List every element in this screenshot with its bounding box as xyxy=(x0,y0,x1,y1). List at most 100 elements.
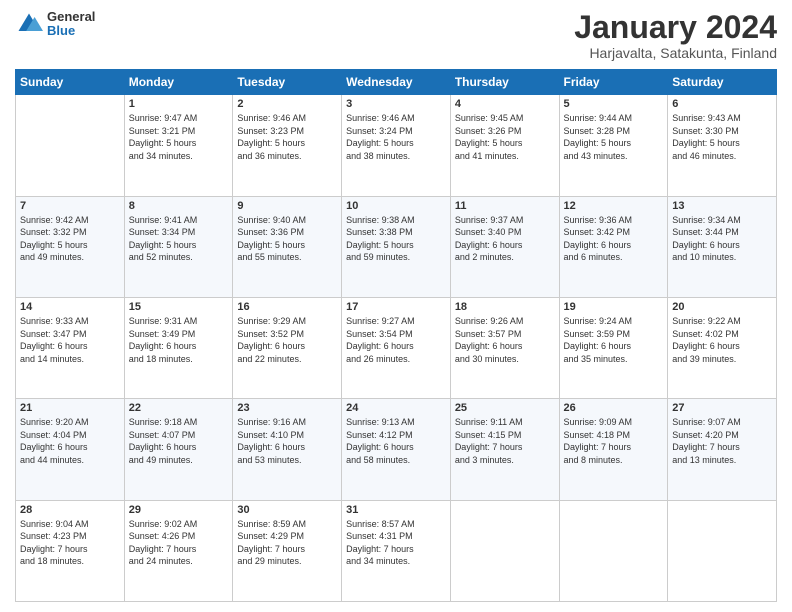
day-number: 31 xyxy=(346,504,446,516)
day-info: Sunrise: 9:36 AM Sunset: 3:42 PM Dayligh… xyxy=(564,214,664,264)
table-row: 6 Sunrise: 9:43 AM Sunset: 3:30 PM Daylig… xyxy=(668,95,777,196)
table-row: 12 Sunrise: 9:36 AM Sunset: 3:42 PM Dayli… xyxy=(559,196,668,297)
day-number: 16 xyxy=(237,301,337,313)
header-tuesday: Tuesday xyxy=(233,70,342,95)
table-row: 14 Sunrise: 9:33 AM Sunset: 3:47 PM Dayli… xyxy=(16,297,125,398)
table-row: 8 Sunrise: 9:41 AM Sunset: 3:34 PM Daylig… xyxy=(124,196,233,297)
day-number: 22 xyxy=(129,402,229,414)
day-number: 18 xyxy=(455,301,555,313)
table-row: 2Sunrise: 9:46 AM Sunset: 3:23 PM Daylig… xyxy=(233,95,342,196)
day-number: 30 xyxy=(237,504,337,516)
day-info: Sunrise: 9:33 AM Sunset: 3:47 PM Dayligh… xyxy=(20,315,120,365)
day-info: Sunrise: 9:38 AM Sunset: 3:38 PM Dayligh… xyxy=(346,214,446,264)
header-friday: Friday xyxy=(559,70,668,95)
header-sunday: Sunday xyxy=(16,70,125,95)
day-number: 12 xyxy=(564,200,664,212)
day-info: Sunrise: 9:29 AM Sunset: 3:52 PM Dayligh… xyxy=(237,315,337,365)
header-thursday: Thursday xyxy=(450,70,559,95)
table-row: 30 Sunrise: 8:59 AM Sunset: 4:29 PM Dayli… xyxy=(233,500,342,601)
calendar-week-3: 14 Sunrise: 9:33 AM Sunset: 3:47 PM Dayli… xyxy=(16,297,777,398)
table-row: 29 Sunrise: 9:02 AM Sunset: 4:26 PM Dayli… xyxy=(124,500,233,601)
logo-text: General Blue xyxy=(47,10,95,39)
day-number: 10 xyxy=(346,200,446,212)
day-info: Sunrise: 9:34 AM Sunset: 3:44 PM Dayligh… xyxy=(672,214,772,264)
day-info: Sunrise: 9:44 AM Sunset: 3:28 PM Dayligh… xyxy=(564,112,664,162)
day-number: 24 xyxy=(346,402,446,414)
day-number: 8 xyxy=(129,200,229,212)
day-number: 21 xyxy=(20,402,120,414)
table-row: 23Sunrise: 9:16 AM Sunset: 4:10 PM Dayli… xyxy=(233,399,342,500)
table-row: 31 Sunrise: 8:57 AM Sunset: 4:31 PM Dayli… xyxy=(342,500,451,601)
calendar-header-row: Sunday Monday Tuesday Wednesday Thursday… xyxy=(16,70,777,95)
day-info: Sunrise: 9:22 AM Sunset: 4:02 PM Dayligh… xyxy=(672,315,772,365)
day-info: Sunrise: 9:31 AM Sunset: 3:49 PM Dayligh… xyxy=(129,315,229,365)
table-row: 1 Sunrise: 9:47 AM Sunset: 3:21 PM Daylig… xyxy=(124,95,233,196)
location-subtitle: Harjavalta, Satakunta, Finland xyxy=(574,45,777,61)
table-row: 19 Sunrise: 9:24 AM Sunset: 3:59 PM Dayli… xyxy=(559,297,668,398)
day-info: Sunrise: 9:11 AM Sunset: 4:15 PM Dayligh… xyxy=(455,416,555,466)
day-number: 3 xyxy=(346,98,446,110)
header-wednesday: Wednesday xyxy=(342,70,451,95)
day-info: Sunrise: 8:57 AM Sunset: 4:31 PM Dayligh… xyxy=(346,518,446,568)
day-number: 26 xyxy=(564,402,664,414)
day-number: 6 xyxy=(672,98,772,110)
title-block: January 2024 Harjavalta, Satakunta, Finl… xyxy=(574,10,777,61)
day-number: 15 xyxy=(129,301,229,313)
calendar-week-1: 1 Sunrise: 9:47 AM Sunset: 3:21 PM Daylig… xyxy=(16,95,777,196)
day-number: 7 xyxy=(20,200,120,212)
logo-icon xyxy=(15,10,43,38)
table-row: 9 Sunrise: 9:40 AM Sunset: 3:36 PM Daylig… xyxy=(233,196,342,297)
day-info: Sunrise: 9:20 AM Sunset: 4:04 PM Dayligh… xyxy=(20,416,120,466)
day-info: Sunrise: 9:41 AM Sunset: 3:34 PM Dayligh… xyxy=(129,214,229,264)
day-info: Sunrise: 9:47 AM Sunset: 3:21 PM Dayligh… xyxy=(129,112,229,162)
day-number: 17 xyxy=(346,301,446,313)
day-number: 9 xyxy=(237,200,337,212)
day-info: Sunrise: 8:59 AM Sunset: 4:29 PM Dayligh… xyxy=(237,518,337,568)
day-number: 4 xyxy=(455,98,555,110)
table-row xyxy=(16,95,125,196)
table-row xyxy=(450,500,559,601)
day-number: 14 xyxy=(20,301,120,313)
table-row: 20 Sunrise: 9:22 AM Sunset: 4:02 PM Dayli… xyxy=(668,297,777,398)
day-info: Sunrise: 9:24 AM Sunset: 3:59 PM Dayligh… xyxy=(564,315,664,365)
table-row: 7Sunrise: 9:42 AM Sunset: 3:32 PM Daylig… xyxy=(16,196,125,297)
day-number: 19 xyxy=(564,301,664,313)
day-number: 11 xyxy=(455,200,555,212)
page: General Blue January 2024 Harjavalta, Sa… xyxy=(0,0,792,612)
day-info: Sunrise: 9:09 AM Sunset: 4:18 PM Dayligh… xyxy=(564,416,664,466)
table-row: 4 Sunrise: 9:45 AM Sunset: 3:26 PM Daylig… xyxy=(450,95,559,196)
day-number: 28 xyxy=(20,504,120,516)
table-row: 27 Sunrise: 9:07 AM Sunset: 4:20 PM Dayli… xyxy=(668,399,777,500)
day-info: Sunrise: 9:46 AM Sunset: 3:23 PM Dayligh… xyxy=(237,112,337,162)
logo-blue: Blue xyxy=(47,24,95,38)
day-number: 1 xyxy=(129,98,229,110)
day-info: Sunrise: 9:37 AM Sunset: 3:40 PM Dayligh… xyxy=(455,214,555,264)
table-row: 24 Sunrise: 9:13 AM Sunset: 4:12 PM Dayli… xyxy=(342,399,451,500)
calendar-week-2: 7Sunrise: 9:42 AM Sunset: 3:32 PM Daylig… xyxy=(16,196,777,297)
header-monday: Monday xyxy=(124,70,233,95)
table-row: 18 Sunrise: 9:26 AM Sunset: 3:57 PM Dayli… xyxy=(450,297,559,398)
day-info: Sunrise: 9:46 AM Sunset: 3:24 PM Dayligh… xyxy=(346,112,446,162)
table-row xyxy=(668,500,777,601)
day-info: Sunrise: 9:43 AM Sunset: 3:30 PM Dayligh… xyxy=(672,112,772,162)
day-info: Sunrise: 9:45 AM Sunset: 3:26 PM Dayligh… xyxy=(455,112,555,162)
day-info: Sunrise: 9:26 AM Sunset: 3:57 PM Dayligh… xyxy=(455,315,555,365)
table-row: 26 Sunrise: 9:09 AM Sunset: 4:18 PM Dayli… xyxy=(559,399,668,500)
table-row: 15 Sunrise: 9:31 AM Sunset: 3:49 PM Dayli… xyxy=(124,297,233,398)
table-row: 5 Sunrise: 9:44 AM Sunset: 3:28 PM Daylig… xyxy=(559,95,668,196)
table-row: 3 Sunrise: 9:46 AM Sunset: 3:24 PM Daylig… xyxy=(342,95,451,196)
day-number: 5 xyxy=(564,98,664,110)
day-number: 29 xyxy=(129,504,229,516)
header-saturday: Saturday xyxy=(668,70,777,95)
day-info: Sunrise: 9:40 AM Sunset: 3:36 PM Dayligh… xyxy=(237,214,337,264)
table-row xyxy=(559,500,668,601)
day-info: Sunrise: 9:07 AM Sunset: 4:20 PM Dayligh… xyxy=(672,416,772,466)
day-number: 27 xyxy=(672,402,772,414)
logo: General Blue xyxy=(15,10,95,39)
day-info: Sunrise: 9:18 AM Sunset: 4:07 PM Dayligh… xyxy=(129,416,229,466)
header: General Blue January 2024 Harjavalta, Sa… xyxy=(15,10,777,61)
day-info: Sunrise: 9:13 AM Sunset: 4:12 PM Dayligh… xyxy=(346,416,446,466)
table-row: 16 Sunrise: 9:29 AM Sunset: 3:52 PM Dayli… xyxy=(233,297,342,398)
day-number: 20 xyxy=(672,301,772,313)
day-info: Sunrise: 9:02 AM Sunset: 4:26 PM Dayligh… xyxy=(129,518,229,568)
